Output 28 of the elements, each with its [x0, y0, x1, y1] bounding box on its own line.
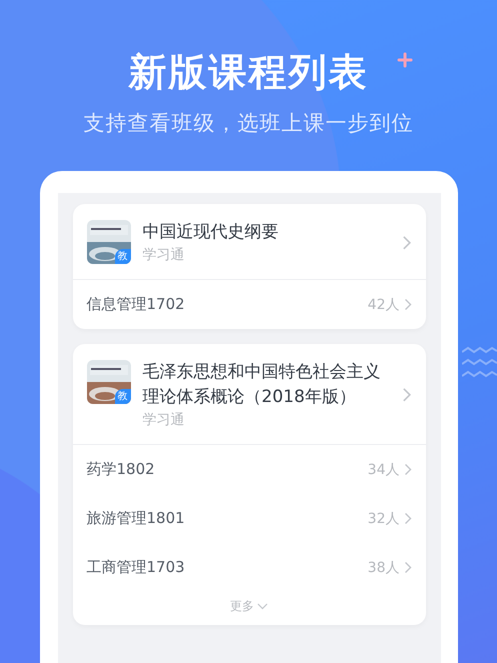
- class-row[interactable]: 药学1802 34人: [72, 445, 426, 494]
- class-row[interactable]: 工商管理1703 38人: [72, 543, 426, 592]
- class-row[interactable]: 旅游管理1801 32人: [72, 494, 426, 543]
- student-count: 38人: [368, 558, 400, 576]
- chevron-icon: [404, 561, 412, 574]
- student-count: 32人: [368, 510, 400, 528]
- class-name: 信息管理1702: [86, 295, 186, 314]
- class-name: 药学1802: [86, 460, 156, 479]
- chevron-icon: [402, 234, 412, 250]
- chevron-icon: [404, 298, 412, 311]
- course-source: 学习通: [142, 411, 186, 430]
- student-count: 42人: [368, 296, 400, 314]
- course-card[interactable]: 教 中国近现代史纲要 学习通 信息管理1702 42人: [72, 204, 426, 329]
- class-name: 工商管理1703: [86, 558, 186, 577]
- course-title: 中国近现代史纲要: [142, 221, 280, 244]
- chevron-icon: [402, 387, 412, 403]
- course-card[interactable]: 教 毛泽东思想和中国特色社会主义理论体系概论（2018年版） 学习通 药学1802 34人 旅游管理1801 32人 工商管理1703 38人 更多: [72, 344, 426, 625]
- course-source: 学习通: [142, 246, 186, 265]
- class-name: 旅游管理1801: [86, 509, 186, 528]
- chevron-icon: [404, 463, 412, 476]
- plus-icon: [397, 52, 413, 68]
- chevron-down-icon: [257, 603, 268, 610]
- headline: 新版课程列表: [128, 49, 368, 96]
- course-title: 毛泽东思想和中国特色社会主义理论体系概论（2018年版）: [142, 361, 382, 409]
- student-count: 34人: [368, 460, 400, 478]
- subtitle: 支持查看班级，选班上课一步到位: [84, 110, 414, 137]
- chevron-icon: [404, 512, 412, 525]
- class-row[interactable]: 信息管理1702 42人: [72, 280, 426, 329]
